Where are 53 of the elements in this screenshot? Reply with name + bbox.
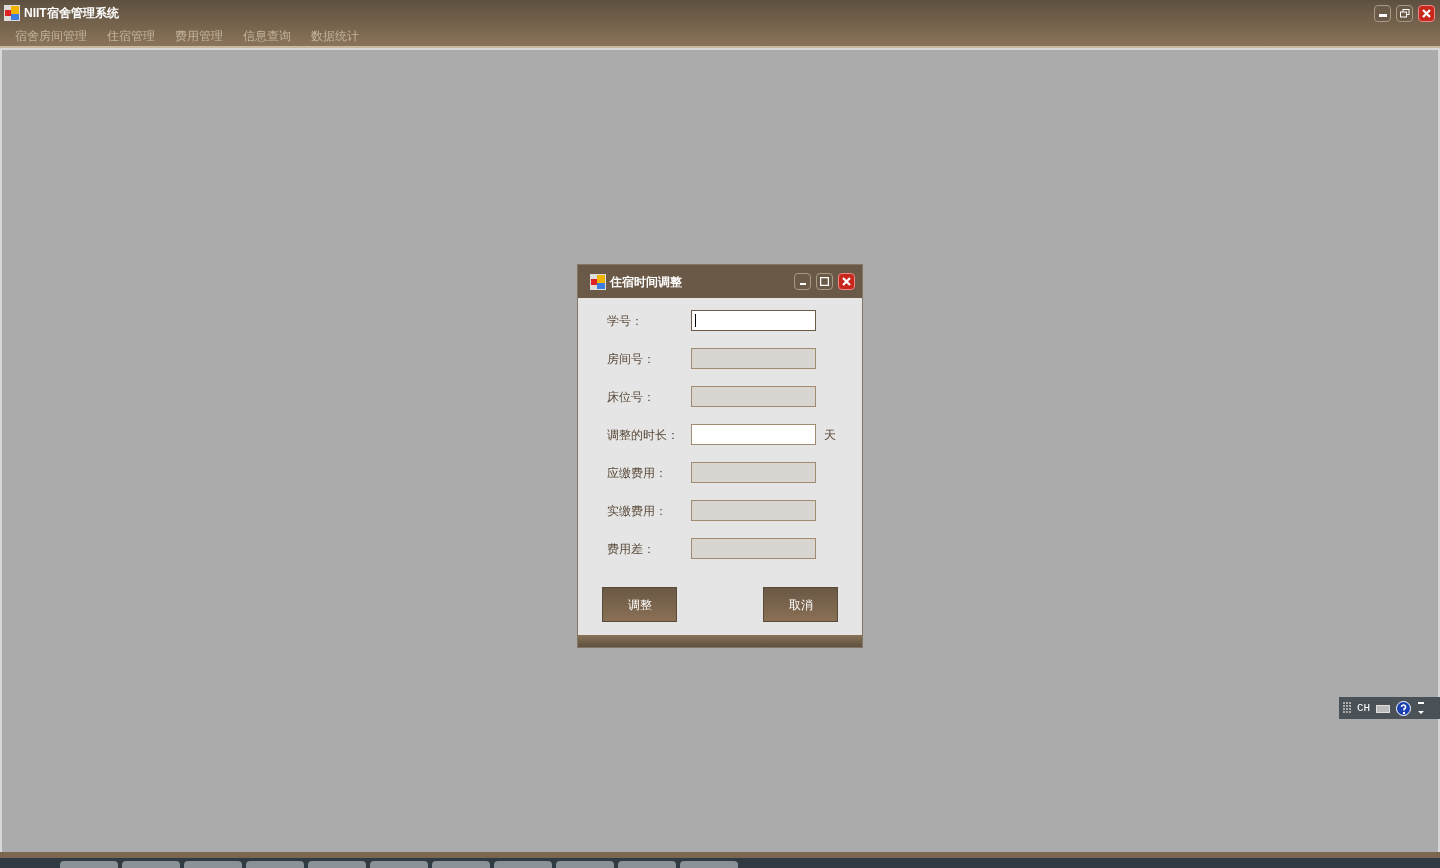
taskbar-button[interactable] [246, 861, 304, 868]
text-cursor [695, 314, 696, 327]
close-button[interactable] [1418, 4, 1435, 22]
taskbar-button[interactable] [308, 861, 366, 868]
cancel-button[interactable]: 取消 [763, 587, 838, 622]
app-logo-icon [590, 273, 606, 290]
taskbar-button[interactable] [184, 861, 242, 868]
taskbar-button[interactable] [494, 861, 552, 868]
menu-item[interactable]: 信息查询 [243, 27, 291, 45]
close-icon [842, 277, 851, 286]
adjust-button[interactable]: 调整 [602, 587, 677, 622]
field-label: 房间号： [607, 350, 656, 368]
keyboard-icon[interactable] [1376, 703, 1391, 713]
taskbar-button[interactable] [680, 861, 738, 868]
text-field[interactable] [691, 500, 816, 521]
dialog-title: 住宿时间调整 [610, 273, 682, 291]
taskbar-button[interactable] [556, 861, 614, 868]
restore-button[interactable] [1396, 4, 1413, 22]
text-field[interactable] [691, 348, 816, 369]
text-field[interactable] [691, 424, 816, 445]
field-label: 床位号： [607, 388, 656, 406]
language-indicator[interactable]: CH [1357, 699, 1371, 717]
options-icon[interactable] [1417, 700, 1426, 716]
field-label: 学号： [607, 312, 644, 330]
taskbar-button[interactable] [122, 861, 180, 868]
menu-item[interactable]: 费用管理 [175, 27, 223, 45]
menu-item[interactable]: 数据统计 [311, 27, 359, 45]
window-title: NIIT宿舍管理系统 [24, 5, 119, 22]
text-field[interactable] [691, 386, 816, 407]
text-field[interactable] [691, 310, 816, 331]
minimize-button[interactable] [794, 273, 811, 290]
maximize-button[interactable] [816, 273, 833, 290]
minimize-button[interactable] [1374, 4, 1391, 22]
grip-icon [1343, 702, 1351, 714]
field-label: 应缴费用： [607, 464, 668, 482]
restore-icon [1399, 8, 1410, 18]
field-label: 费用差： [607, 540, 656, 558]
menu-item[interactable]: 住宿管理 [107, 27, 155, 45]
text-field[interactable] [691, 538, 816, 559]
unit-label: 天 [824, 426, 836, 444]
taskbar-button[interactable] [618, 861, 676, 868]
app-logo-icon [4, 5, 20, 21]
maximize-icon [820, 277, 829, 286]
field-label: 调整的时长： [607, 426, 680, 444]
help-icon[interactable] [1396, 700, 1412, 716]
text-field[interactable] [691, 462, 816, 483]
taskbar-button[interactable] [432, 861, 490, 868]
menu-item[interactable]: 宿舍房间管理 [15, 27, 87, 45]
close-button[interactable] [838, 273, 855, 290]
close-icon [1422, 8, 1431, 18]
taskbar-button[interactable] [370, 861, 428, 868]
field-label: 实缴费用： [607, 502, 668, 520]
taskbar-button[interactable] [60, 861, 118, 868]
